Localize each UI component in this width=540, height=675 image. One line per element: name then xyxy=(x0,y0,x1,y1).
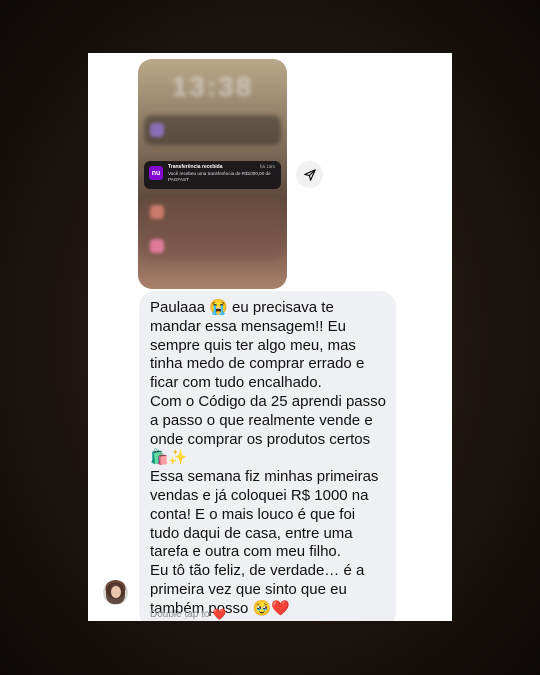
message-paragraph: Com o Código da 25 aprendi passo a passo… xyxy=(150,392,386,467)
shared-screenshot[interactable]: 13:38 nu Transferência recebida há 13m V… xyxy=(138,59,287,289)
double-tap-hint: Double tap to ❤️ xyxy=(150,608,226,621)
bank-notification: nu Transferência recebida há 13m Você re… xyxy=(144,161,281,189)
blurred-notification xyxy=(144,197,281,227)
blurred-app-icon xyxy=(150,123,164,137)
message-paragraph: Essa semana fiz minhas primeiras vendas … xyxy=(150,468,379,561)
notification-body: Você recebeu uma transferência de R$1000… xyxy=(168,171,271,182)
heart-icon: ❤️ xyxy=(212,609,227,621)
message-bubble[interactable]: Paulaaa 😭 eu precisava te mandar essa me… xyxy=(139,291,396,621)
notification-time: há 13m xyxy=(259,164,275,169)
share-button[interactable] xyxy=(296,161,323,188)
lockscreen-clock: 13:38 xyxy=(171,71,254,102)
nubank-logo: nu xyxy=(149,166,163,180)
blurred-app-icon xyxy=(150,205,164,219)
notification-title: Transferência recebida xyxy=(168,164,223,170)
blurred-notification xyxy=(144,115,281,145)
blurred-app-icon xyxy=(150,239,164,253)
double-tap-label: Double tap to xyxy=(150,609,210,620)
chat-card: 13:38 nu Transferência recebida há 13m V… xyxy=(88,53,452,621)
avatar[interactable] xyxy=(103,580,128,605)
avatar-face xyxy=(111,586,121,598)
share-icon xyxy=(303,168,316,181)
message-paragraph: Paulaaa 😭 eu precisava te mandar essa me… xyxy=(150,299,365,392)
blurred-notification xyxy=(144,231,281,261)
